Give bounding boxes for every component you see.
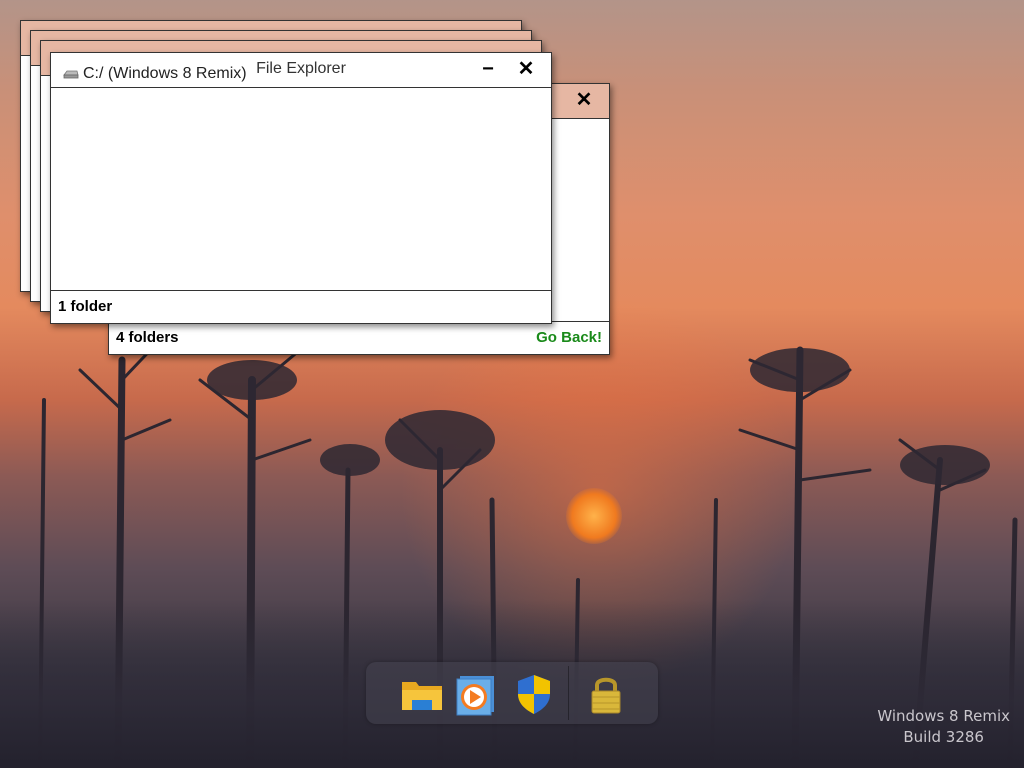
file-explorer-taskbar-button[interactable] (400, 672, 444, 716)
build-watermark: Windows 8 Remix Build 3286 (877, 706, 1010, 748)
watermark-os-name: Windows 8 Remix (877, 707, 1010, 725)
minimize-button[interactable]: − (475, 56, 501, 82)
watermark-build: Build 3286 (903, 728, 984, 746)
back-close-button[interactable]: ✕ (571, 87, 597, 113)
folder-count: 1 folder (58, 298, 113, 315)
media-player-taskbar-button[interactable] (454, 672, 498, 716)
folder-count: 4 folders (116, 329, 179, 346)
security-taskbar-button[interactable] (512, 672, 556, 716)
back-window-statusbar: 4 folders Go Back! (109, 321, 609, 354)
taskbar-dock (366, 662, 658, 724)
drive-item[interactable]: C:/ (Windows 8 Remix) (63, 65, 247, 83)
shield-icon (518, 675, 550, 714)
folder-icon (402, 682, 442, 710)
go-back-link[interactable]: Go Back! (536, 329, 602, 346)
padlock-icon (591, 677, 621, 714)
lock-taskbar-button[interactable] (584, 672, 628, 716)
media-player-icon (456, 676, 494, 716)
window-statusbar: 1 folder (51, 290, 551, 323)
drive-label: C:/ (Windows 8 Remix) (83, 65, 247, 82)
taskbar-separator (568, 666, 569, 720)
file-explorer-window[interactable]: File Explorer − ✕ C:/ (Windows 8 Remix) … (50, 52, 552, 324)
drive-icon (63, 70, 79, 79)
close-button[interactable]: ✕ (513, 56, 539, 82)
